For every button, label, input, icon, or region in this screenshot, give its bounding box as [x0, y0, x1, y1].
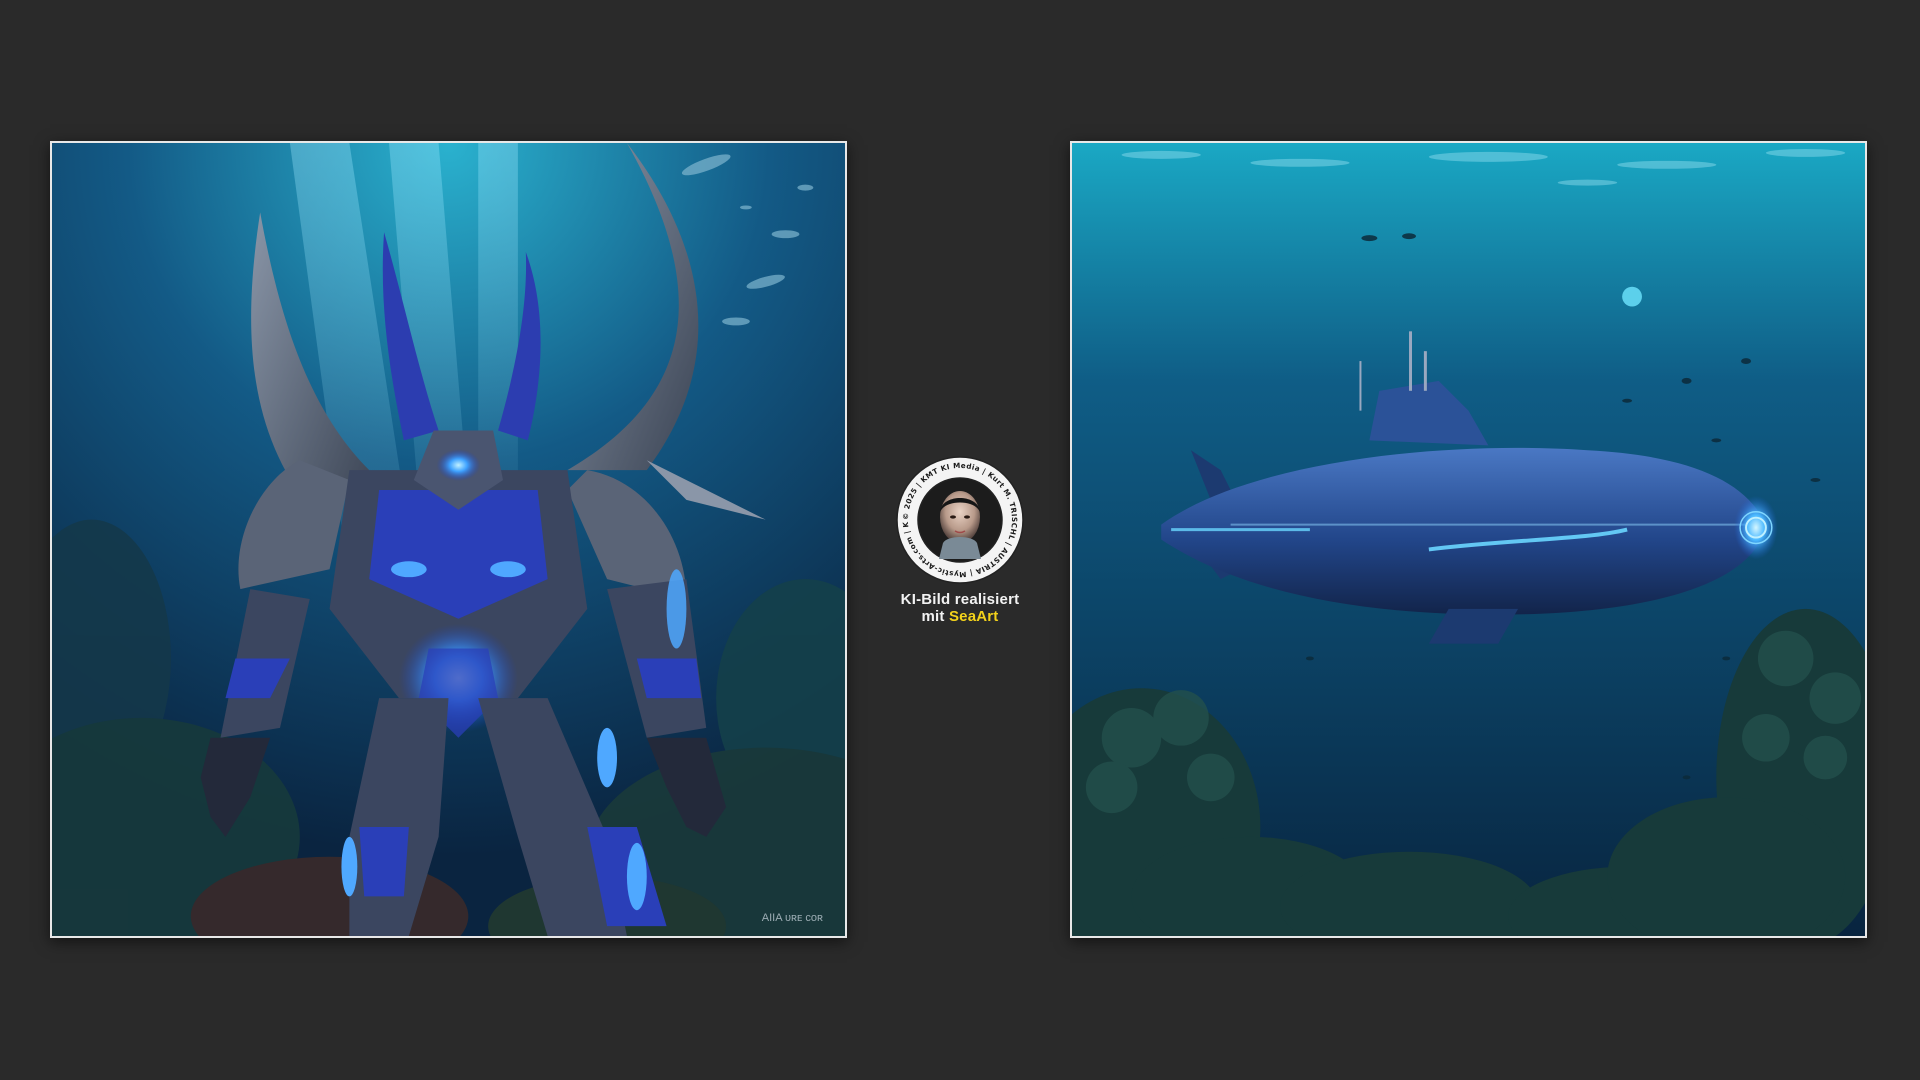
page: AIIA ᴜʀᴇ ᴄᴏʀ © 2025 | KMT KI Media | Kur…	[0, 0, 1920, 1080]
robot-artwork	[52, 143, 845, 936]
caption-prefix: mit	[921, 608, 949, 625]
kmt-seal-logo: © 2025 | KMT KI Media | Kurt M. TRISCHL …	[895, 455, 1024, 584]
caption-brand-seaart[interactable]: SeaArt	[949, 608, 999, 625]
caption-line-1: KI-Bild realisiert	[900, 591, 1020, 608]
caption-line-2: mit SeaArt	[895, 608, 1025, 625]
center-badge: © 2025 | KMT KI Media | Kurt M. TRISCHL …	[895, 455, 1025, 625]
caption: KI-Bild realisiert mit SeaArt	[895, 591, 1025, 625]
right-image-submarine[interactable]	[1070, 141, 1867, 938]
submarine-artwork	[1072, 143, 1865, 936]
left-image-underwater-robot[interactable]: AIIA ᴜʀᴇ ᴄᴏʀ	[50, 141, 847, 938]
left-image-watermark: AIIA ᴜʀᴇ ᴄᴏʀ	[761, 912, 823, 924]
